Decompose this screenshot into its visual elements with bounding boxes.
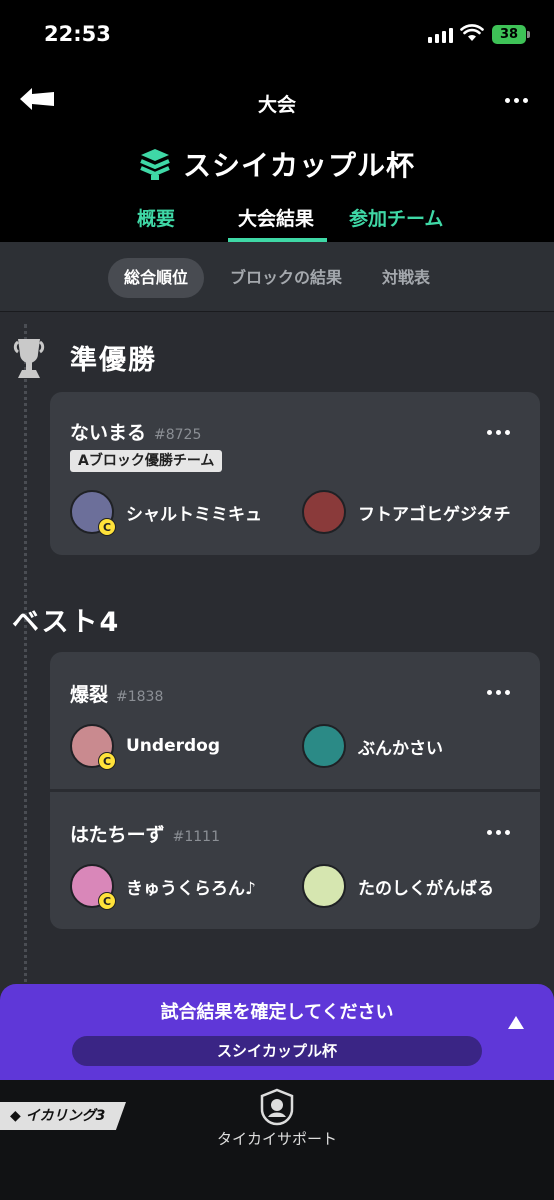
expand-up-icon[interactable] bbox=[508, 1016, 524, 1029]
banner-tournament-name: スシイカップル杯 bbox=[72, 1036, 482, 1066]
player-avatar: C bbox=[70, 724, 116, 770]
tournament-support-icon[interactable] bbox=[258, 1088, 296, 1126]
subtab-overall-ranking[interactable]: 総合順位 bbox=[108, 258, 204, 298]
team-more-icon[interactable] bbox=[487, 430, 510, 435]
ikaring-logo[interactable]: ◆ イカリング3 bbox=[0, 1102, 126, 1130]
team-more-icon[interactable] bbox=[487, 830, 510, 835]
player-entry[interactable]: ぶんかさい bbox=[302, 724, 443, 768]
bottom-bar: ◆ イカリング3 タイカイサポート bbox=[0, 1080, 554, 1200]
team-name: 爆裂 #1838 bbox=[70, 684, 164, 706]
tournament-support-label[interactable]: タイカイサポート bbox=[0, 1128, 554, 1149]
banner-message: 試合結果を確定してください bbox=[160, 1002, 394, 1023]
team-tag: #1111 bbox=[172, 829, 220, 845]
battery-tip bbox=[527, 31, 530, 38]
tab-overview[interactable]: 概要 bbox=[137, 204, 175, 231]
captain-badge: C bbox=[98, 518, 116, 536]
tab-teams[interactable]: 参加チーム bbox=[349, 204, 443, 231]
status-time: 22:53 bbox=[44, 22, 111, 46]
player-avatar: C bbox=[70, 490, 116, 536]
player-entry[interactable]: たのしくがんばる bbox=[302, 864, 494, 908]
team-card[interactable]: はたちーず #1111 C きゅうくらろん♪ たのしくがんばる bbox=[50, 792, 540, 929]
section-title-runner-up: 準優勝 bbox=[70, 345, 157, 376]
player-name: シャルトミミキュ bbox=[126, 504, 262, 525]
team-tag: #1838 bbox=[116, 689, 164, 705]
results-subtabs: 総合順位 ブロックの結果 対戦表 bbox=[0, 242, 554, 312]
section-title-best4: ベスト4 bbox=[12, 607, 121, 638]
wifi-icon bbox=[460, 24, 484, 41]
main-tabs: 概要 大会結果 参加チーム bbox=[0, 200, 554, 242]
battery-indicator: 38 bbox=[492, 25, 526, 44]
status-bar: 22:53 38 bbox=[0, 0, 554, 70]
player-name: ぶんかさい bbox=[358, 738, 443, 759]
team-card[interactable]: ないまる #8725 Aブロック優勝チーム C シャルトミミキュ フトアゴヒゲジタ… bbox=[50, 392, 540, 555]
player-name: Underdog bbox=[126, 736, 221, 756]
player-entry[interactable]: フトアゴヒゲジタチ bbox=[302, 490, 511, 534]
confirm-results-banner[interactable]: 試合結果を確定してください スシイカップル杯 bbox=[0, 984, 554, 1080]
more-options-icon[interactable] bbox=[505, 98, 528, 103]
player-avatar bbox=[302, 864, 346, 908]
block-winner-badge: Aブロック優勝チーム bbox=[70, 450, 223, 472]
player-avatar: C bbox=[70, 864, 116, 910]
subtab-bracket[interactable]: 対戦表 bbox=[368, 258, 444, 298]
player-entry[interactable]: C シャルトミミキュ bbox=[70, 490, 262, 536]
tournament-header: スシイカップル杯 bbox=[0, 144, 554, 184]
player-entry[interactable]: C きゅうくらろん♪ bbox=[70, 864, 256, 910]
cellular-signal-icon bbox=[428, 28, 453, 43]
team-name: ないまる #8725 bbox=[70, 422, 202, 444]
subtab-block-results[interactable]: ブロックの結果 bbox=[218, 258, 354, 298]
tournament-logo-icon bbox=[140, 149, 170, 180]
player-avatar bbox=[302, 490, 346, 534]
player-avatar bbox=[302, 724, 346, 768]
timeline-line bbox=[24, 324, 27, 1044]
player-name: きゅうくらろん♪ bbox=[126, 878, 256, 899]
silver-trophy-icon bbox=[13, 339, 45, 378]
captain-badge: C bbox=[98, 892, 116, 910]
player-name: フトアゴヒゲジタチ bbox=[358, 504, 511, 525]
player-name: たのしくがんばる bbox=[358, 878, 494, 899]
page-title: 大会 bbox=[257, 94, 296, 116]
team-card[interactable]: 爆裂 #1838 C Underdog ぶんかさい bbox=[50, 652, 540, 789]
team-tag: #8725 bbox=[154, 427, 202, 443]
nav-header: 大会 スシイカップル杯 概要 大会結果 参加チーム bbox=[0, 70, 554, 242]
team-name: はたちーず #1111 bbox=[70, 824, 220, 846]
tab-results[interactable]: 大会結果 bbox=[238, 204, 314, 231]
team-more-icon[interactable] bbox=[487, 690, 510, 695]
tournament-name: スシイカップル杯 bbox=[182, 149, 415, 182]
player-entry[interactable]: C Underdog bbox=[70, 724, 221, 770]
captain-badge: C bbox=[98, 752, 116, 770]
